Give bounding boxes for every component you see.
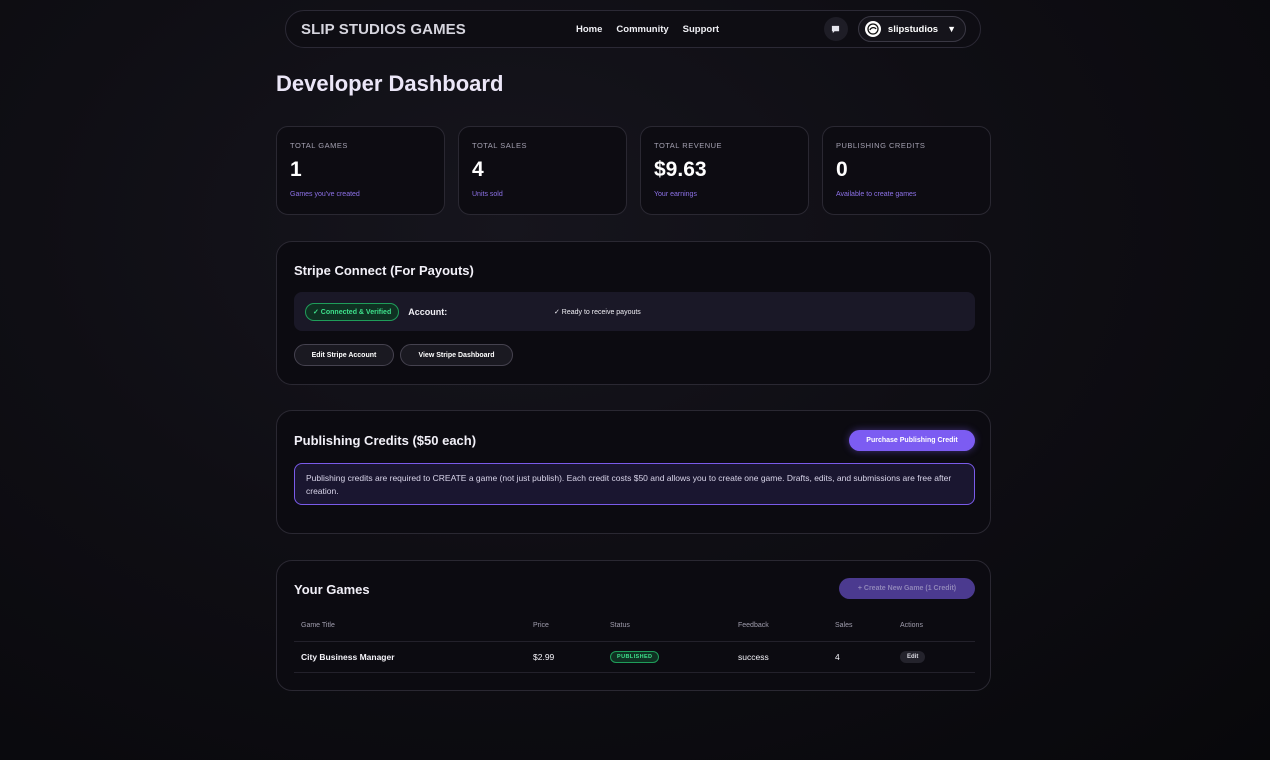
status-badge: PUBLISHED bbox=[610, 651, 660, 663]
stat-card-total-revenue: TOTAL REVENUE $9.63 Your earnings bbox=[640, 126, 809, 215]
chat-icon bbox=[832, 25, 840, 33]
verified-badge: ✓ Connected & Verified bbox=[305, 302, 400, 321]
table-row: City Business Manager $2.99 PUBLISHED su… bbox=[294, 641, 975, 673]
edit-game-button[interactable]: Edit bbox=[900, 651, 926, 663]
stripe-status-bar: ✓ Connected & Verified Account: ✓ Ready … bbox=[294, 292, 975, 331]
nav-link-support[interactable]: Support bbox=[683, 24, 719, 35]
edit-stripe-account-button[interactable]: Edit Stripe Account bbox=[294, 344, 394, 366]
nav-link-community[interactable]: Community bbox=[616, 24, 668, 35]
create-new-game-button[interactable]: + Create New Game (1 Credit) bbox=[839, 578, 975, 599]
stat-value: 1 bbox=[290, 158, 302, 181]
column-header-feedback: Feedback bbox=[731, 619, 828, 642]
actions-cell: Edit bbox=[893, 641, 975, 673]
view-stripe-dashboard-button[interactable]: View Stripe Dashboard bbox=[400, 344, 513, 366]
sales-cell: 4 bbox=[828, 641, 893, 673]
table-header-row: Game Title Price Status Feedback Sales A… bbox=[294, 619, 975, 642]
nav-link-home[interactable]: Home bbox=[576, 24, 602, 35]
column-header-game-title: Game Title bbox=[294, 619, 526, 642]
user-avatar-icon bbox=[864, 21, 881, 37]
stat-label: TOTAL GAMES bbox=[290, 141, 348, 150]
games-table: Game Title Price Status Feedback Sales A… bbox=[294, 619, 975, 673]
stat-value: 0 bbox=[836, 158, 848, 181]
stat-subtext: Available to create games bbox=[836, 191, 917, 198]
nav-links: Home Community Support bbox=[576, 24, 719, 35]
stat-label: TOTAL REVENUE bbox=[654, 141, 723, 150]
section-title: Publishing Credits ($50 each) bbox=[294, 433, 477, 448]
payout-status-text: ✓ Ready to receive payouts bbox=[554, 308, 641, 316]
username-label: slipstudios bbox=[887, 23, 939, 35]
caret-down-icon: ▼ bbox=[947, 24, 956, 34]
game-title-cell: City Business Manager bbox=[294, 641, 526, 673]
stat-card-publishing-credits: PUBLISHING CREDITS 0 Available to create… bbox=[822, 126, 991, 215]
status-cell: PUBLISHED bbox=[603, 641, 731, 673]
stat-label: PUBLISHING CREDITS bbox=[836, 141, 926, 150]
stat-subtext: Units sold bbox=[472, 191, 503, 198]
stat-value: $9.63 bbox=[654, 158, 707, 181]
price-cell: $2.99 bbox=[526, 641, 603, 673]
feedback-cell: success bbox=[731, 641, 828, 673]
chat-button[interactable] bbox=[823, 17, 848, 41]
account-label: Account: bbox=[408, 306, 448, 317]
nav-right: slipstudios ▼ bbox=[823, 16, 966, 42]
credits-info-box: Publishing credits are required to CREAT… bbox=[294, 463, 975, 505]
stat-card-total-games: TOTAL GAMES 1 Games you've created bbox=[276, 126, 445, 215]
section-title: Stripe Connect (For Payouts) bbox=[294, 263, 474, 278]
top-navbar: SLIP STUDIOS GAMES Home Community Suppor… bbox=[285, 10, 981, 48]
stat-subtext: Games you've created bbox=[290, 191, 360, 198]
column-header-price: Price bbox=[526, 619, 603, 642]
column-header-actions: Actions bbox=[893, 619, 975, 642]
your-games-section: Your Games + Create New Game (1 Credit) … bbox=[276, 560, 991, 691]
brand-logo[interactable]: SLIP STUDIOS GAMES bbox=[301, 21, 576, 38]
user-menu-button[interactable]: slipstudios ▼ bbox=[857, 16, 966, 42]
column-header-status: Status bbox=[603, 619, 731, 642]
stat-value: 4 bbox=[472, 158, 484, 181]
stat-card-total-sales: TOTAL SALES 4 Units sold bbox=[458, 126, 627, 215]
stripe-connect-section: Stripe Connect (For Payouts) ✓ Connected… bbox=[276, 241, 991, 385]
stat-subtext: Your earnings bbox=[654, 191, 697, 198]
stat-label: TOTAL SALES bbox=[472, 141, 527, 150]
purchase-credit-button[interactable]: Purchase Publishing Credit bbox=[849, 430, 975, 451]
page-title: Developer Dashboard bbox=[276, 71, 504, 96]
section-title: Your Games bbox=[294, 582, 370, 597]
publishing-credits-section: Publishing Credits ($50 each) Purchase P… bbox=[276, 410, 991, 534]
column-header-sales: Sales bbox=[828, 619, 893, 642]
